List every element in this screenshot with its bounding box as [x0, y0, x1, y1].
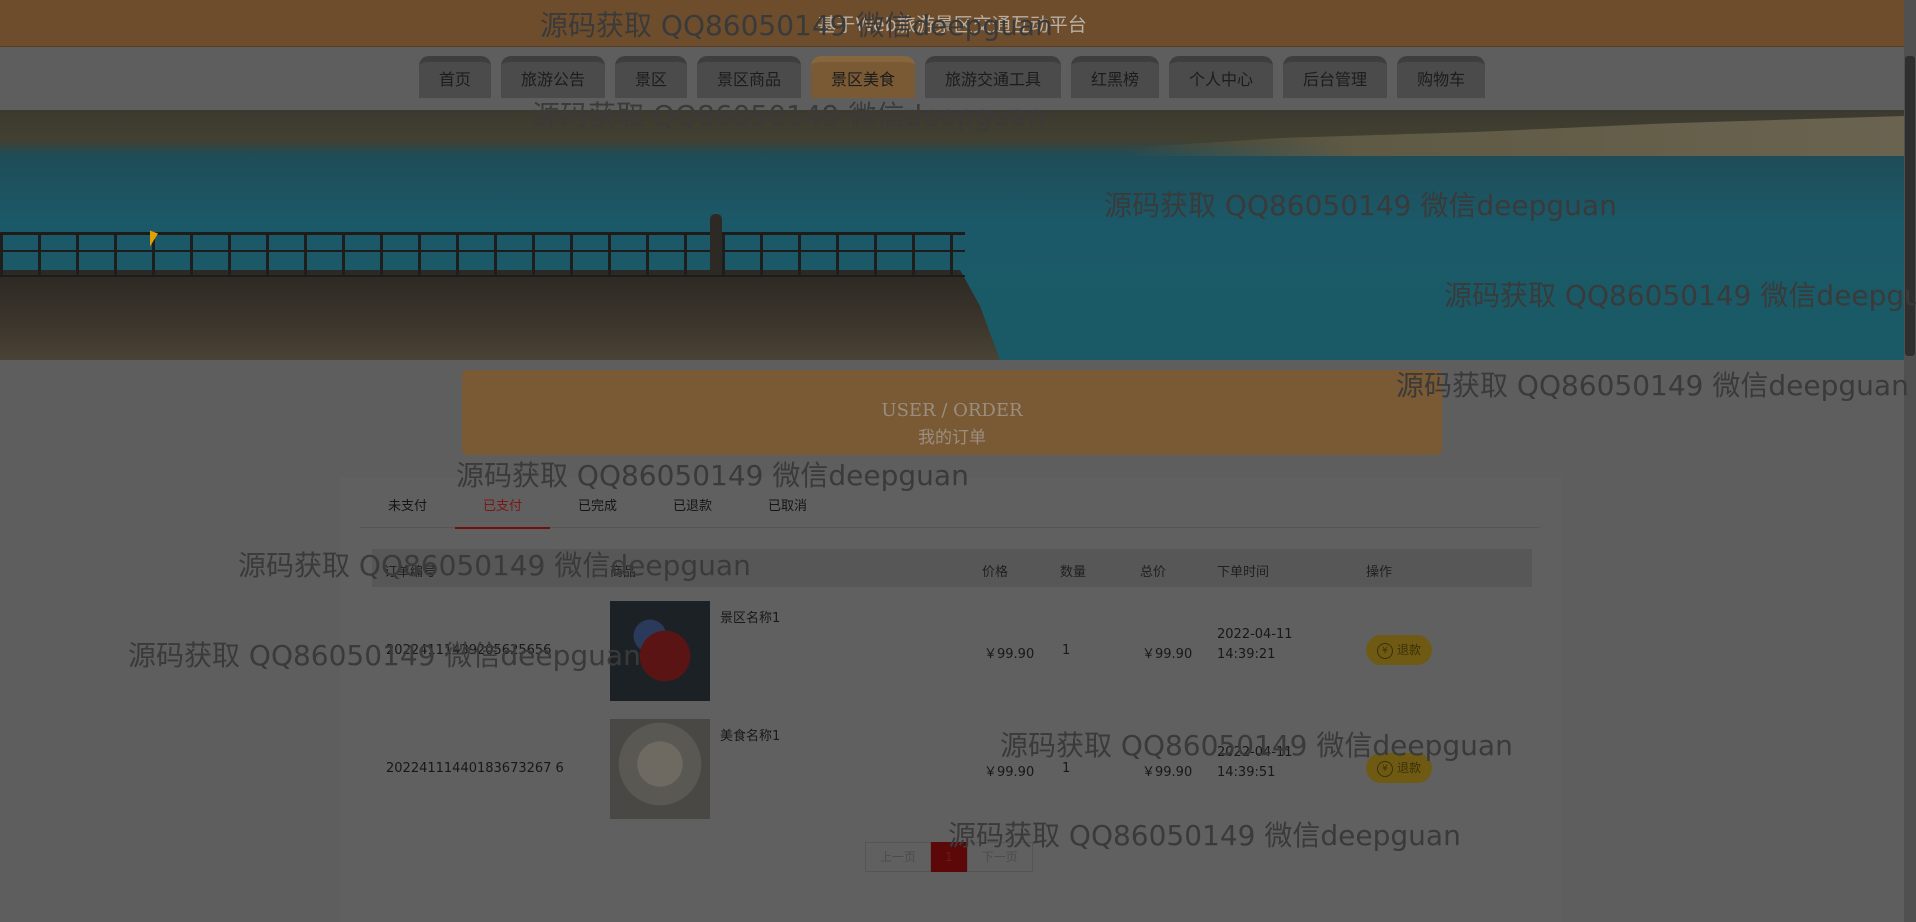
- tab-cancelled[interactable]: 已取消: [740, 477, 835, 527]
- order-header-en: USER / ORDER: [881, 400, 1023, 421]
- total: ￥99.90: [1142, 647, 1193, 662]
- col-qty: 数量: [1060, 565, 1087, 580]
- scrollbar-thumb[interactable]: [1905, 56, 1915, 356]
- nav-item-personal-center[interactable]: 个人中心: [1169, 56, 1274, 98]
- order-tabs: 未支付 已支付 已完成 已退款 已取消: [360, 477, 1540, 529]
- tab-refunded[interactable]: 已退款: [645, 477, 740, 527]
- total: ￥99.90: [1142, 765, 1193, 780]
- banner-pier: [0, 270, 1000, 360]
- refund-icon: ¥: [1376, 642, 1393, 659]
- refund-label: 退款: [1396, 761, 1421, 775]
- refund-button[interactable]: ¥ 退款: [1366, 753, 1432, 783]
- product-image[interactable]: [610, 719, 710, 819]
- tab-unpaid[interactable]: 未支付: [360, 477, 455, 527]
- order-panel: 未支付 已支付 已完成 已退款 已取消 订单编号 商品 价格 数量 总价 下单时…: [340, 477, 1562, 922]
- pagination: 上一页 1 下一页: [865, 842, 1033, 872]
- next-page-button[interactable]: 下一页: [966, 842, 1033, 872]
- nav-item-announcements[interactable]: 旅游公告: [500, 56, 605, 98]
- order-clock: 14:39:51: [1217, 765, 1276, 780]
- nav-item-scenic-spots[interactable]: 景区: [614, 56, 687, 98]
- tab-completed[interactable]: 已完成: [550, 477, 645, 527]
- order-date: 2022-04-11: [1217, 745, 1293, 760]
- quantity: 1: [1062, 761, 1071, 776]
- hero-banner: [0, 110, 1904, 360]
- order-header: USER / ORDER 我的订单: [462, 370, 1442, 455]
- site-title: 基于Web旅游景区交通互动平台: [817, 14, 1087, 36]
- order-no: 20224111440183673267 6: [386, 761, 564, 776]
- banner-railing: [0, 232, 965, 277]
- order-date: 2022-04-11: [1217, 627, 1293, 642]
- scrollbar[interactable]: [1904, 0, 1916, 922]
- order-clock: 14:39:21: [1217, 647, 1276, 662]
- page-1-button[interactable]: 1: [931, 842, 967, 872]
- table-header: 订单编号 商品 价格 数量 总价 下单时间 操作: [372, 549, 1532, 587]
- tab-paid[interactable]: 已支付: [455, 477, 550, 529]
- refund-icon: ¥: [1376, 760, 1393, 777]
- nav-item-cart[interactable]: 购物车: [1397, 56, 1486, 98]
- nav-item-admin[interactable]: 后台管理: [1283, 56, 1388, 98]
- refund-label: 退款: [1396, 643, 1421, 657]
- refund-button[interactable]: ¥ 退款: [1366, 635, 1432, 665]
- banner-person: [710, 214, 722, 272]
- banner-cliff: [1124, 116, 1904, 156]
- col-total: 总价: [1140, 565, 1167, 580]
- price: ￥99.90: [984, 647, 1035, 662]
- order-no: 20224111439205625656: [386, 643, 552, 658]
- product-name[interactable]: 美食名称1: [720, 725, 780, 744]
- watermark: 源码获取 QQ86050149 微信deepguan: [1396, 369, 1909, 402]
- main-nav: 首页 旅游公告 景区 景区商品 景区美食 旅游交通工具 红黑榜 个人中心 后台管…: [0, 56, 1904, 100]
- quantity: 1: [1062, 643, 1071, 658]
- nav-item-transport[interactable]: 旅游交通工具: [925, 56, 1062, 98]
- prev-page-button[interactable]: 上一页: [865, 842, 932, 872]
- nav-item-home[interactable]: 首页: [418, 56, 491, 98]
- table-row: 20224111439205625656 景区名称1 ￥99.90 1 ￥99.…: [372, 591, 1532, 709]
- order-header-zh: 我的订单: [918, 428, 986, 448]
- nav-item-scenic-food[interactable]: 景区美食: [810, 56, 915, 98]
- col-actions: 操作: [1366, 565, 1393, 580]
- nav-item-scenic-goods[interactable]: 景区商品: [696, 56, 801, 98]
- product-image[interactable]: [610, 601, 710, 701]
- col-price: 价格: [982, 565, 1009, 580]
- price: ￥99.90: [984, 765, 1035, 780]
- product-name[interactable]: 景区名称1: [720, 607, 780, 626]
- nav-item-red-black-list[interactable]: 红黑榜: [1071, 56, 1160, 98]
- col-order-no: 订单编号: [384, 565, 437, 580]
- top-title-bar: 基于Web旅游景区交通互动平台: [0, 0, 1904, 47]
- col-product: 商品: [610, 565, 637, 580]
- table-row: 20224111440183673267 6 美食名称1 ￥99.90 1 ￥9…: [372, 709, 1532, 827]
- banner-railing-bar: [0, 250, 965, 252]
- col-order-time: 下单时间: [1217, 565, 1270, 580]
- mouse-cursor-icon: [150, 230, 158, 250]
